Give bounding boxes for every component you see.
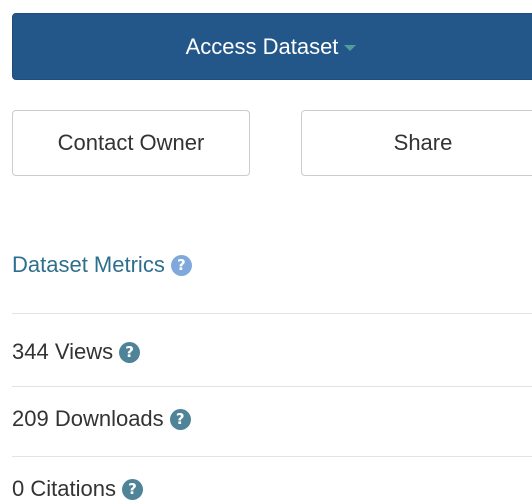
caret-down-icon [344, 44, 357, 51]
metric-downloads: 209 Downloads ? [12, 406, 191, 432]
views-count: 344 Views [12, 339, 114, 364]
contact-owner-button[interactable]: Contact Owner [12, 110, 250, 176]
dataset-metrics-heading: Dataset Metrics ? [12, 252, 192, 278]
divider [12, 456, 532, 457]
downloads-count: 209 Downloads [12, 406, 164, 431]
question-circle-icon[interactable]: ? [169, 408, 191, 430]
question-circle-icon[interactable]: ? [121, 478, 143, 500]
divider [12, 386, 532, 387]
citations-count: 0 Citations [12, 476, 116, 501]
question-circle-icon[interactable]: ? [170, 254, 192, 276]
dataset-metrics-title: Dataset Metrics [12, 252, 165, 277]
metric-citations: 0 Citations ? [12, 476, 143, 502]
divider [12, 313, 532, 314]
access-dataset-label: Access Dataset [185, 33, 339, 59]
dataset-sidebar: Access Dataset Contact Owner Share Datas… [0, 0, 532, 504]
share-label: Share [393, 130, 453, 155]
contact-owner-label: Contact Owner [57, 130, 205, 155]
access-dataset-button[interactable]: Access Dataset [12, 13, 532, 80]
question-circle-icon[interactable]: ? [119, 341, 141, 363]
metric-views: 344 Views ? [12, 339, 141, 365]
share-button[interactable]: Share [301, 110, 532, 176]
